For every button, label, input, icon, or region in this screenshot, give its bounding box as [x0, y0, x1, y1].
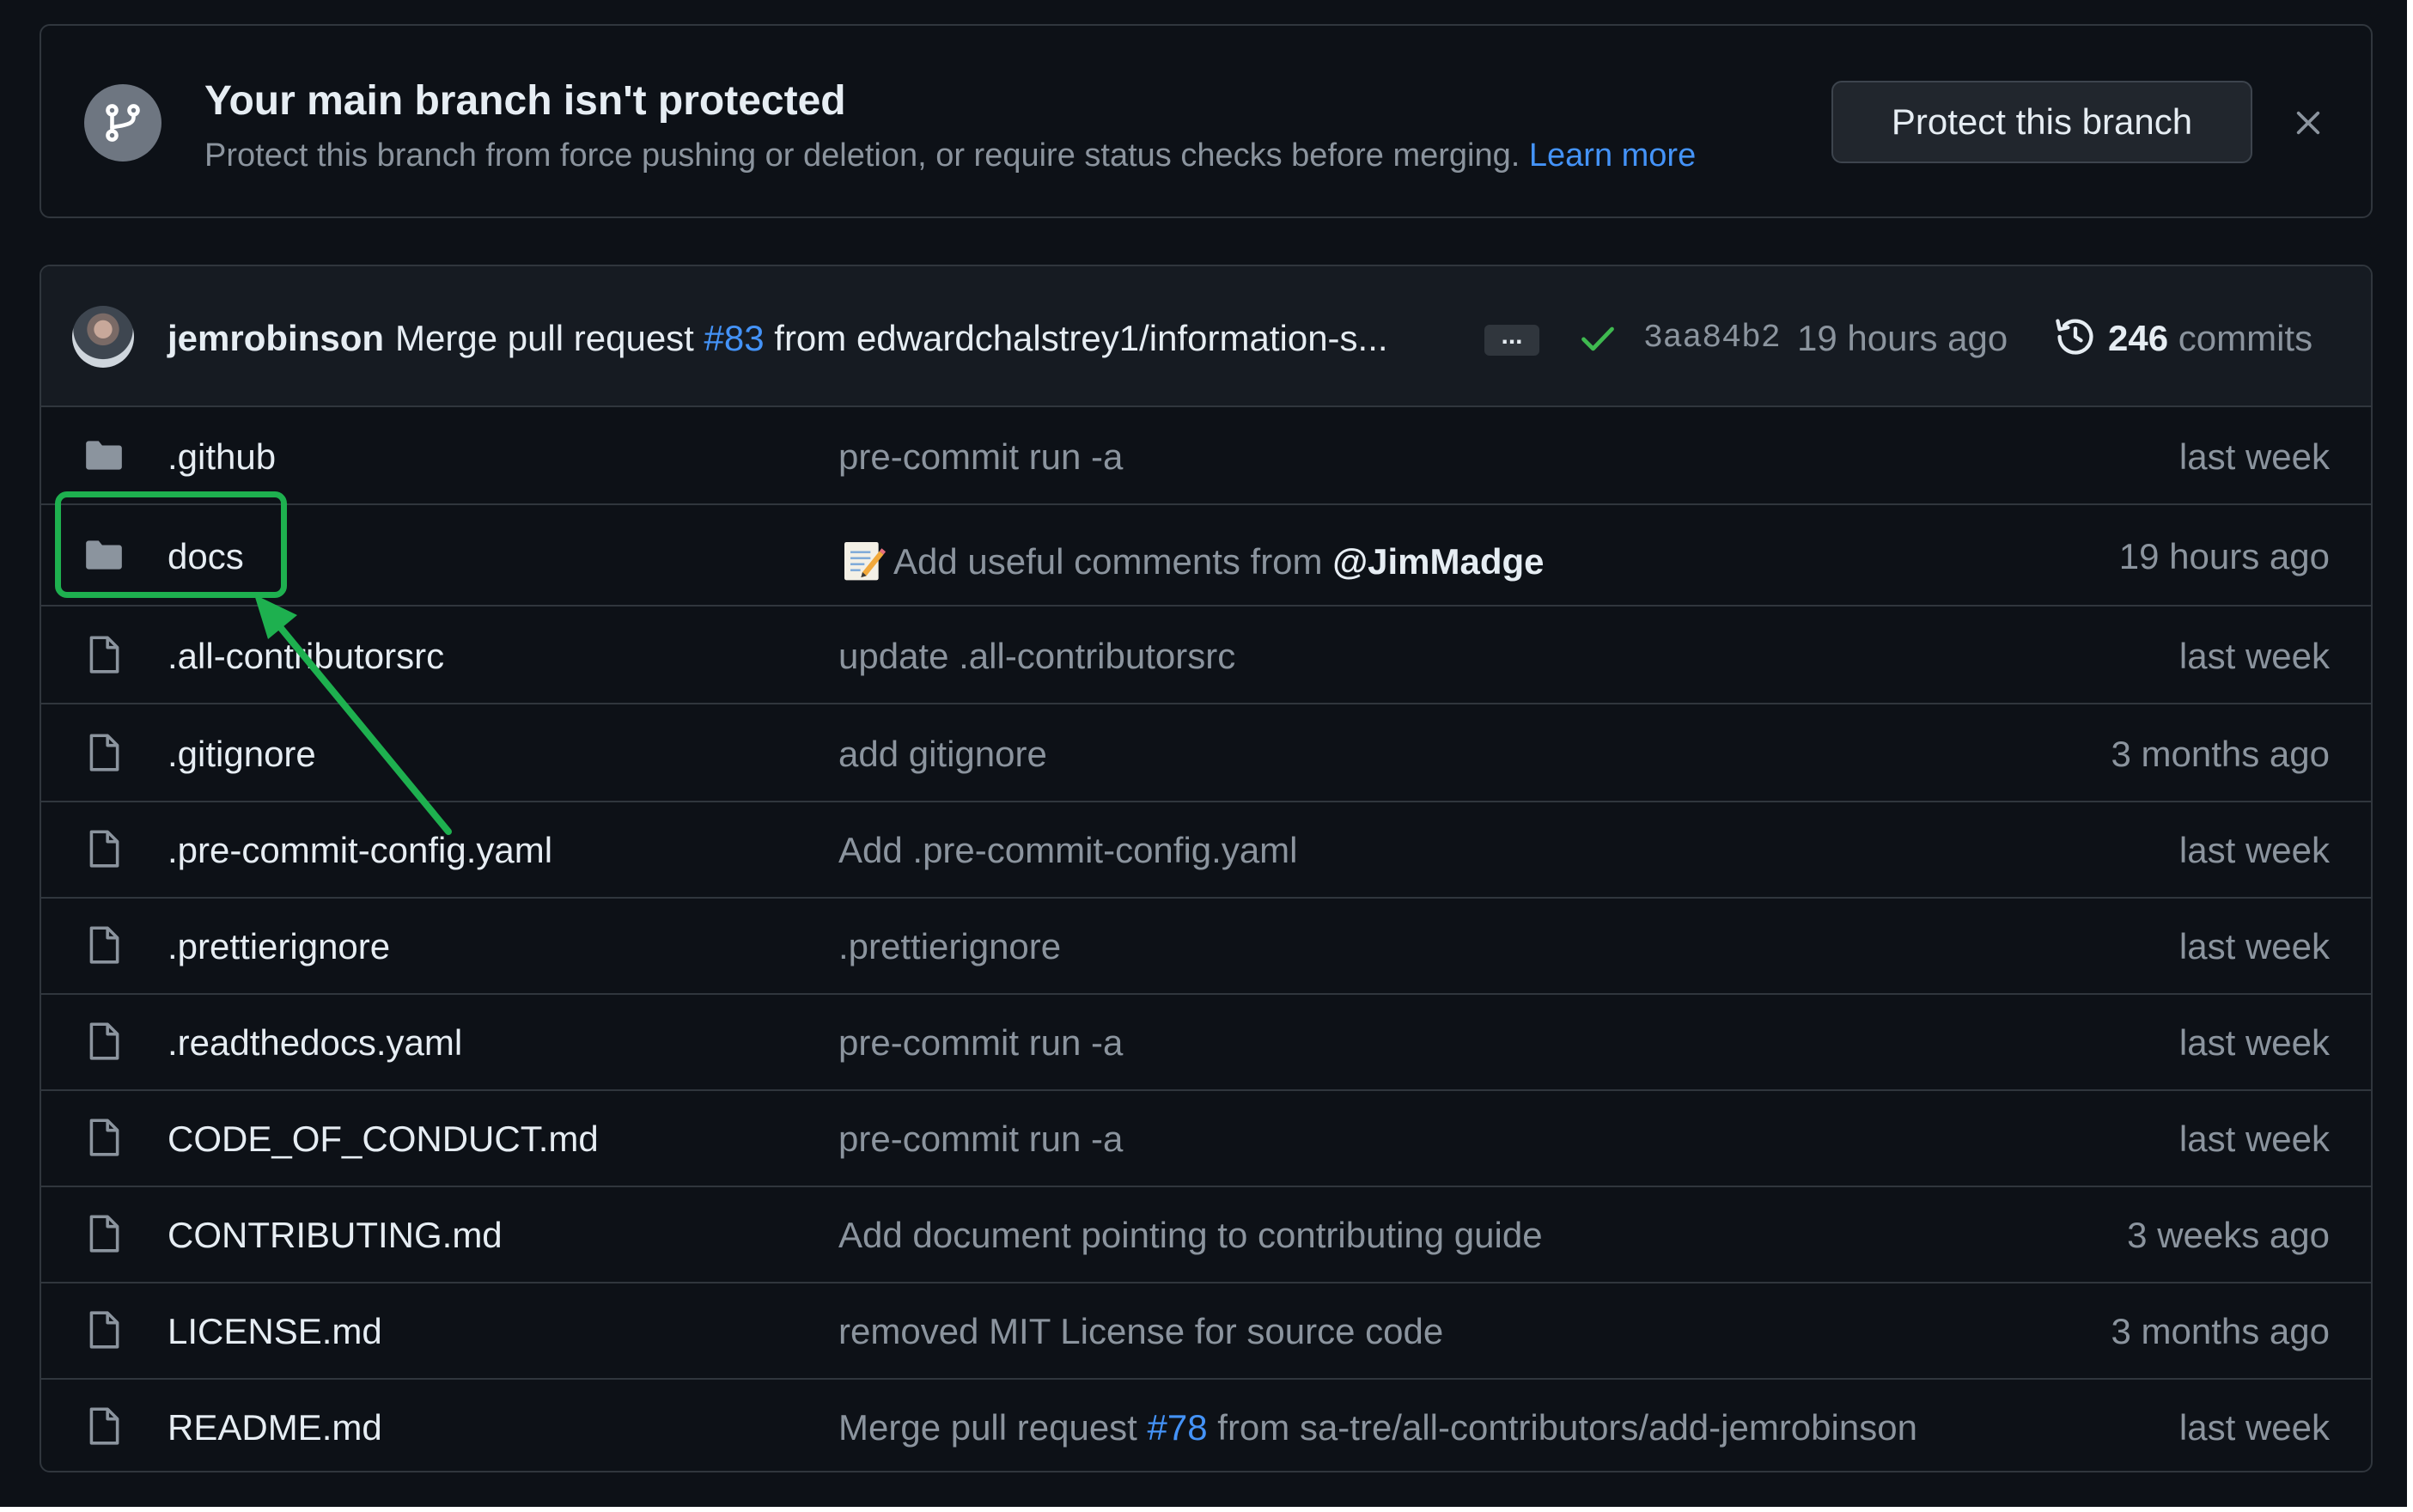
folder-icon: [86, 441, 122, 470]
file-name[interactable]: README.md: [168, 1407, 382, 1448]
file-name[interactable]: LICENSE.md: [168, 1311, 382, 1352]
file-icon: [89, 1311, 119, 1349]
file-updated-time: last week: [2178, 1407, 2330, 1448]
file-icon: [89, 1215, 119, 1253]
branch-protection-banner: Your main branch isn't protected Protect…: [40, 24, 2373, 218]
file-name[interactable]: .gitignore: [168, 734, 316, 775]
file-updated-time: last week: [2178, 1119, 2330, 1159]
file-updated-time: last week: [2178, 830, 2330, 870]
table-row: README.md Merge pull request #78 from sa…: [41, 1378, 2371, 1471]
file-name[interactable]: CONTRIBUTING.md: [168, 1215, 503, 1256]
check-icon[interactable]: [1579, 320, 1617, 357]
commit-count[interactable]: 246 commits: [2108, 318, 2312, 359]
file-commit-message[interactable]: add gitignore: [838, 734, 1047, 775]
table-row: docs Add useful comments from @JimMadge …: [41, 505, 2371, 607]
file-icon: [89, 636, 119, 674]
file-commit-message[interactable]: Add useful comments from @JimMadge: [838, 536, 1545, 584]
file-commit-message[interactable]: Add document pointing to contributing gu…: [838, 1215, 1543, 1256]
file-commit-message: Merge pull request #78 from sa-tre/all-c…: [838, 1407, 1917, 1448]
table-row: .pre-commit-config.yaml Add .pre-commit-…: [41, 801, 2371, 899]
file-table: jemrobinson Merge pull request #83 from …: [40, 265, 2373, 1472]
commit-count-label: commits: [2178, 318, 2313, 358]
table-row: CODE_OF_CONDUCT.md pre-commit run -a las…: [41, 1089, 2371, 1187]
file-pr-link[interactable]: #78: [1148, 1407, 1208, 1448]
table-row: .all-contributorsrc update .all-contribu…: [41, 607, 2371, 704]
file-commit-message[interactable]: pre-commit run -a: [838, 436, 1123, 478]
table-row: LICENSE.md removed MIT License for sourc…: [41, 1282, 2371, 1380]
file-commit-message-suffix[interactable]: from sa-tre/all-contributors/add-jemrobi…: [1217, 1407, 1917, 1448]
avatar[interactable]: [72, 306, 134, 368]
file-icon: [89, 1022, 119, 1060]
user-mention[interactable]: @JimMadge: [1332, 541, 1544, 582]
file-updated-time: 3 months ago: [2111, 734, 2330, 774]
file-updated-time: last week: [2178, 926, 2330, 966]
file-name[interactable]: .prettierignore: [168, 926, 390, 967]
file-name[interactable]: .all-contributorsrc: [168, 636, 444, 677]
banner-description-text: Protect this branch from force pushing o…: [204, 137, 1520, 174]
file-updated-time: last week: [2178, 436, 2330, 477]
expand-commit-message-button[interactable]: ...: [1484, 323, 1539, 356]
file-commit-message[interactable]: pre-commit run -a: [838, 1119, 1123, 1160]
commit-message-prefix[interactable]: Merge pull request: [395, 318, 694, 358]
file-updated-time: last week: [2178, 1022, 2330, 1063]
commit-time: 19 hours ago: [1797, 318, 2008, 358]
protect-branch-button[interactable]: Protect this branch: [1831, 81, 2252, 163]
file-icon: [89, 1119, 119, 1156]
file-updated-time: 3 weeks ago: [2127, 1215, 2330, 1255]
file-icon: [89, 830, 119, 868]
file-commit-message[interactable]: .prettierignore: [838, 926, 1061, 967]
file-commit-message[interactable]: Add .pre-commit-config.yaml: [838, 830, 1298, 871]
file-name[interactable]: .readthedocs.yaml: [168, 1022, 462, 1064]
annotation-highlight-box: [55, 491, 287, 598]
file-icon: [89, 734, 119, 771]
table-row: .gitignore add gitignore 3 months ago: [41, 704, 2371, 802]
learn-more-link[interactable]: Learn more: [1529, 137, 1696, 174]
file-icon: [89, 1407, 119, 1445]
latest-commit-row: jemrobinson Merge pull request #83 from …: [41, 266, 2371, 407]
screenshot-canvas: Your main branch isn't protected Protect…: [0, 0, 2413, 1512]
table-row: .readthedocs.yaml pre-commit run -a last…: [41, 993, 2371, 1091]
close-icon[interactable]: [2287, 101, 2330, 144]
table-row: .prettierignore .prettierignore last wee…: [41, 897, 2371, 995]
file-name[interactable]: CODE_OF_CONDUCT.md: [168, 1119, 599, 1160]
file-commit-message[interactable]: pre-commit run -a: [838, 1022, 1123, 1064]
commit-message: Merge pull request #83 from edwardchalst…: [395, 318, 1388, 359]
commit-pr-link[interactable]: #83: [704, 318, 765, 358]
file-commit-message[interactable]: update .all-contributorsrc: [838, 636, 1235, 677]
table-row: .github pre-commit run -a last week: [41, 407, 2371, 505]
file-updated-time: 3 months ago: [2111, 1311, 2330, 1351]
table-row: CONTRIBUTING.md Add document pointing to…: [41, 1186, 2371, 1283]
commit-sha[interactable]: 3aa84b2: [1643, 320, 1781, 357]
file-commit-message-prefix[interactable]: Merge pull request: [838, 1407, 1137, 1448]
file-icon: [89, 926, 119, 964]
file-name[interactable]: .github: [168, 436, 276, 478]
memo-emoji-icon: [844, 542, 887, 581]
file-commit-message-text: Add useful comments from: [893, 541, 1323, 582]
file-name[interactable]: .pre-commit-config.yaml: [168, 830, 552, 871]
commit-author[interactable]: jemrobinson: [168, 318, 384, 359]
file-commit-message[interactable]: removed MIT License for source code: [838, 1311, 1443, 1352]
file-updated-time: last week: [2178, 636, 2330, 676]
banner-title: Your main branch isn't protected: [204, 78, 846, 124]
commit-count-number: 246: [2108, 318, 2169, 358]
repository-file-browser: Your main branch isn't protected Protect…: [0, 0, 2407, 1507]
commit-message-suffix[interactable]: from edwardchalstrey1/information-s...: [774, 318, 1387, 358]
banner-description: Protect this branch from force pushing o…: [204, 137, 1696, 174]
history-icon[interactable]: [2053, 314, 2098, 359]
file-updated-time: 19 hours ago: [2118, 536, 2330, 576]
git-branch-icon: [84, 84, 161, 162]
